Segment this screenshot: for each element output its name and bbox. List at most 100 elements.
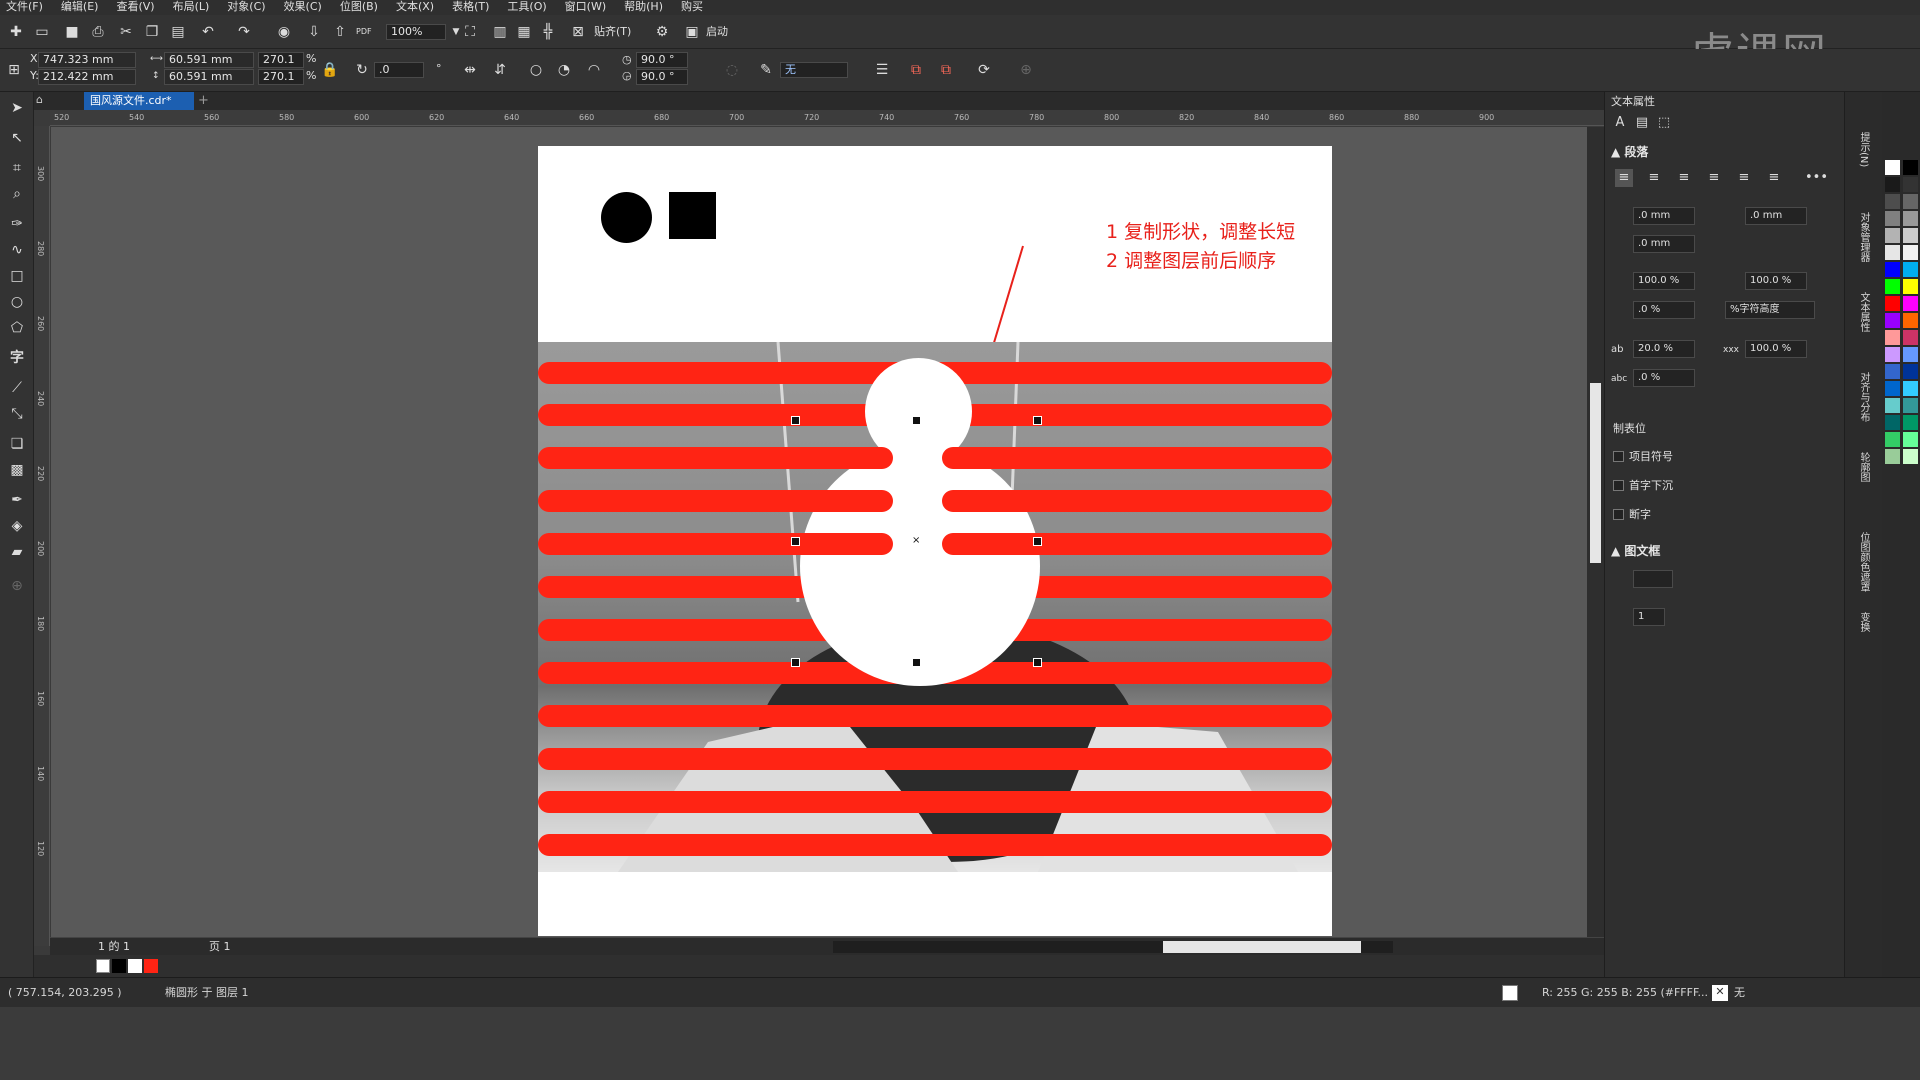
launch-dropdown[interactable]: 启动 [706,25,728,39]
artistic-media-icon[interactable]: ∿ [7,240,27,260]
color-swatch[interactable] [1903,449,1918,464]
color-swatch[interactable] [1903,228,1918,243]
frame-background-select[interactable] [1633,570,1673,588]
guidelines-icon[interactable]: ╬ [538,22,558,42]
align-center-icon[interactable]: ≡ [1675,169,1693,187]
vertical-scrollbar[interactable] [1587,127,1604,937]
scale-y-input[interactable]: 270.1 [258,69,304,85]
color-swatch[interactable] [1885,330,1900,345]
new-document-icon[interactable]: ✚ [6,22,26,42]
right-indent-input[interactable]: .0 mm [1745,207,1807,225]
color-swatch[interactable] [1885,194,1900,209]
align-none-icon[interactable]: ≡ [1615,169,1633,187]
force-justify-icon[interactable]: ≡ [1765,169,1783,187]
smart-fill-icon[interactable]: ▰ [7,542,27,562]
freehand-tool-icon[interactable]: ✑ [7,214,27,234]
red-stripe-short[interactable] [538,490,893,512]
color-swatch[interactable] [1903,415,1918,430]
vertical-scroll-thumb[interactable] [1590,383,1601,563]
vertical-ruler[interactable]: 300 280 260 240 220 200 180 160 140 120 [34,126,50,946]
selection-handle[interactable] [791,658,800,667]
selection-handle[interactable] [912,658,921,667]
save-icon[interactable]: ■ [62,22,82,42]
horizontal-scroll-thumb[interactable] [1163,941,1361,953]
zoom-level-input[interactable]: 100% [386,24,446,40]
menu-item[interactable]: 窗口(W) [565,0,606,15]
to-back-icon[interactable]: ⧉ [936,60,956,80]
character-icon[interactable]: A [1611,114,1629,132]
language-spacing-input[interactable]: .0 % [1633,369,1695,387]
parallel-dimension-icon[interactable]: ⟋ [7,378,27,398]
color-swatch[interactable] [1885,228,1900,243]
docker-tab[interactable]: 对象管理器 [1855,212,1871,262]
snap-icon[interactable]: ⊠ [568,22,588,42]
dropcap-checkbox[interactable] [1613,480,1624,491]
color-swatch[interactable] [1903,194,1918,209]
selection-handle[interactable] [1033,416,1042,425]
line-spacing-input[interactable]: 100.0 % [1633,272,1695,290]
red-stripe-short[interactable] [538,533,893,555]
paste-icon[interactable]: ▤ [168,22,188,42]
paragraph-icon[interactable]: ▤ [1633,114,1651,132]
word-spacing-input[interactable]: 100.0 % [1745,340,1807,358]
color-swatch[interactable] [1903,262,1918,277]
color-swatch[interactable] [1903,432,1918,447]
after-paragraph-input[interactable]: .0 % [1633,301,1695,319]
swatch-white[interactable] [128,959,142,973]
color-swatch[interactable] [1885,347,1900,362]
y-position-input[interactable]: 212.422 mm [38,69,136,85]
launch-icon[interactable]: ▣ [682,22,702,42]
page-tab[interactable]: 页 1 [209,940,231,954]
ellipse-tool-icon[interactable]: ○ [7,292,27,312]
selection-handle[interactable] [791,416,800,425]
menu-item[interactable]: 文本(X) [396,0,434,15]
color-swatch[interactable] [1885,279,1900,294]
menu-item[interactable]: 编辑(E) [61,0,99,15]
hyphenation-checkbox[interactable] [1613,509,1624,520]
bullets-checkbox[interactable] [1613,451,1624,462]
before-paragraph-input[interactable]: 100.0 % [1745,272,1807,290]
rotation-angle-input[interactable]: .0 [374,62,424,78]
swatch-black[interactable] [112,959,126,973]
color-swatch[interactable] [1885,449,1900,464]
undo-icon[interactable]: ↶ [198,22,218,42]
color-swatch[interactable] [1885,211,1900,226]
document-page[interactable]: 1 复制形状，调整长短 2 调整图层前后顺序 × [538,146,1332,936]
mirror-horizontal-icon[interactable]: ⇹ [460,60,480,80]
text-tool-icon[interactable]: 字 [7,348,27,368]
print-icon[interactable]: ⎙ [88,22,108,42]
red-stripe-short[interactable] [942,447,1332,469]
selection-handle[interactable] [791,537,800,546]
selection-handle[interactable] [912,416,921,425]
pdf-icon[interactable]: PDF [356,25,372,39]
scale-x-input[interactable]: 270.1 [258,52,304,68]
color-swatch[interactable] [1903,160,1918,175]
width-input[interactable]: 60.591 mm [164,52,254,68]
left-indent-input[interactable]: .0 mm [1633,207,1695,225]
cut-icon[interactable]: ✂ [116,22,136,42]
columns-input[interactable]: 1 [1633,608,1665,626]
new-tab-icon[interactable]: + [198,92,214,110]
add-icon[interactable]: ⊕ [1016,60,1036,80]
grid-icon[interactable]: ▦ [514,22,534,42]
object-origin-icon[interactable]: ⊞ [4,60,24,80]
color-swatch[interactable] [1903,364,1918,379]
drawing-canvas[interactable]: 1 复制形状，调整长短 2 调整图层前后顺序 × [51,127,1587,937]
char-spacing-input[interactable]: 20.0 % [1633,340,1695,358]
outline-width-input[interactable]: 无 [780,62,848,78]
color-swatch[interactable] [1903,381,1918,396]
color-swatch[interactable] [1903,279,1918,294]
color-swatch[interactable] [1885,415,1900,430]
color-swatch[interactable] [1885,364,1900,379]
add-tool-icon[interactable]: ⊕ [7,576,27,596]
align-left-icon[interactable]: ≡ [1645,169,1663,187]
shape-tool-icon[interactable]: ↖ [7,128,27,148]
menu-item[interactable]: 购买 [681,0,703,15]
home-icon[interactable]: ⌂ [36,93,50,109]
crop-tool-icon[interactable]: ⌗ [7,158,27,178]
menu-item[interactable]: 效果(C) [284,0,322,15]
color-swatch[interactable] [1885,177,1900,192]
import-icon[interactable]: ⇩ [304,22,324,42]
menu-item[interactable]: 布局(L) [173,0,210,15]
docker-tab[interactable]: 轮廓图 [1855,452,1871,482]
